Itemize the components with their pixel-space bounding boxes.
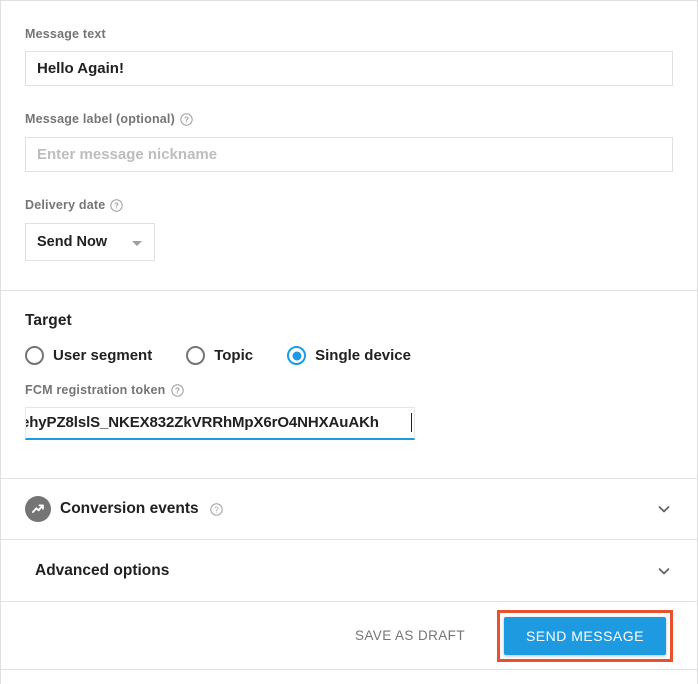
conversion-events-left: Conversion events ? — [25, 496, 655, 522]
chevron-down-icon[interactable] — [655, 500, 673, 518]
help-icon[interactable]: ? — [171, 384, 184, 397]
message-text-label: Message text — [25, 26, 673, 42]
fcm-token-input[interactable]: ehyPZ8lslS_NKEX832ZkVRRhMpX6rO4NHXAuAKh — [25, 407, 415, 440]
radio-circle-icon — [25, 346, 44, 365]
delivery-date-label: Delivery date ? — [25, 197, 673, 213]
target-radio-group: User segment Topic Single device — [25, 346, 673, 365]
radio-circle-icon — [186, 346, 205, 365]
message-text-input[interactable] — [25, 51, 673, 86]
advanced-options-row[interactable]: Advanced options — [1, 540, 697, 601]
chevron-down-icon[interactable] — [655, 562, 673, 580]
message-label-label-text: Message label (optional) — [25, 111, 175, 127]
delivery-date-label-text: Delivery date — [25, 197, 105, 213]
target-title: Target — [25, 312, 673, 330]
fcm-token-label-text: FCM registration token — [25, 382, 166, 398]
help-icon[interactable]: ? — [180, 113, 193, 126]
target-section: Target User segment Topic Single device … — [1, 291, 697, 478]
radio-user-segment[interactable]: User segment — [25, 346, 152, 365]
compose-notification-card: Message text Message label (optional) ? … — [0, 0, 698, 684]
svg-text:?: ? — [174, 386, 179, 395]
radio-label: Topic — [214, 347, 253, 364]
radio-topic[interactable]: Topic — [186, 346, 253, 365]
help-icon[interactable]: ? — [210, 503, 223, 516]
text-cursor — [411, 413, 412, 432]
delivery-date-selected-value: Send Now — [37, 224, 107, 260]
send-message-highlight-box: SEND MESSAGE — [497, 610, 673, 662]
svg-text:?: ? — [114, 201, 119, 210]
radio-label: User segment — [53, 347, 152, 364]
conversion-chart-icon — [25, 496, 51, 522]
fcm-token-label: FCM registration token ? — [25, 382, 673, 398]
message-label-input[interactable] — [25, 137, 673, 172]
message-details-section: Message text Message label (optional) ? … — [1, 1, 697, 290]
fcm-token-value: ehyPZ8lslS_NKEX832ZkVRRhMpX6rO4NHXAuAKh — [25, 408, 379, 438]
send-message-button[interactable]: SEND MESSAGE — [504, 617, 666, 655]
chevron-down-icon — [132, 241, 142, 246]
radio-single-device[interactable]: Single device — [287, 346, 411, 365]
conversion-events-row[interactable]: Conversion events ? — [1, 479, 697, 539]
advanced-options-title: Advanced options — [35, 562, 169, 580]
radio-label: Single device — [315, 347, 411, 364]
svg-text:?: ? — [184, 115, 189, 124]
help-icon[interactable]: ? — [110, 199, 123, 212]
form-footer: SAVE AS DRAFT SEND MESSAGE — [1, 602, 697, 670]
svg-text:?: ? — [214, 505, 219, 514]
conversion-events-title: Conversion events — [60, 500, 199, 518]
save-as-draft-button[interactable]: SAVE AS DRAFT — [345, 620, 475, 651]
radio-circle-selected-icon — [287, 346, 306, 365]
advanced-options-left: Advanced options — [25, 562, 655, 580]
message-text-label-text: Message text — [25, 26, 106, 42]
delivery-date-select[interactable]: Send Now — [25, 223, 155, 261]
message-label-label: Message label (optional) ? — [25, 111, 673, 127]
